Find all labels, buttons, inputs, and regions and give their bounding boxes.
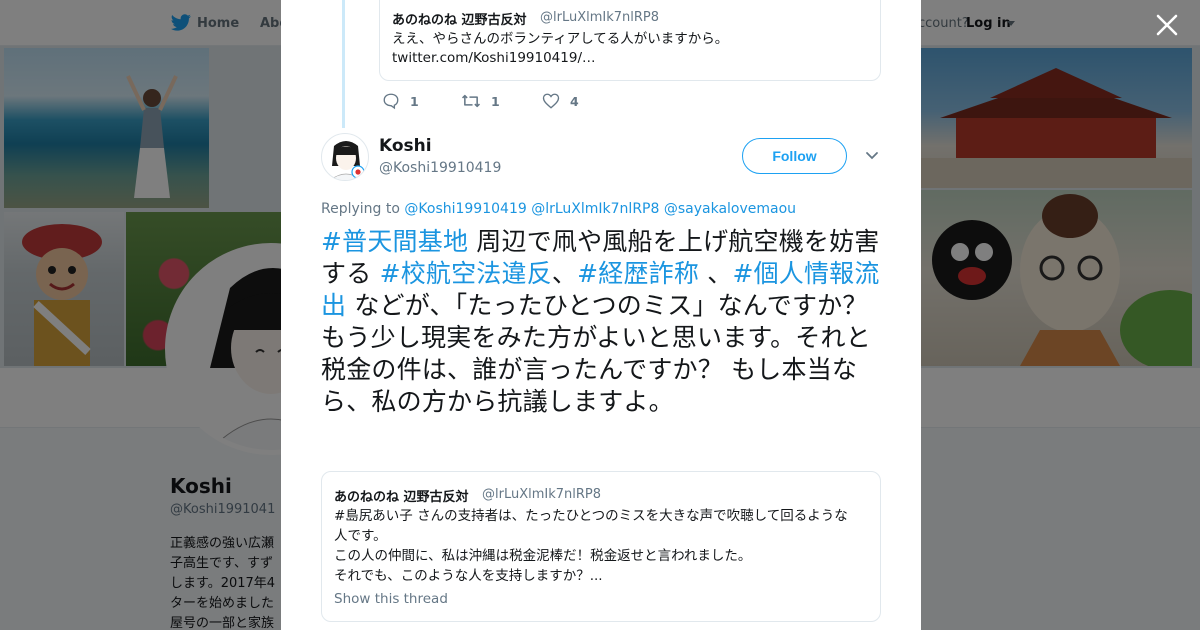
reply-count: 1: [410, 94, 419, 109]
like-count: 4: [570, 94, 579, 109]
mention-link[interactable]: @Koshi19910419: [404, 201, 526, 217]
replying-to: Replying to @Koshi19910419 @lrLuXlmIk7nl…: [321, 201, 796, 217]
quote-text: ええ、やらさんのボランティアしてる人がいますから。 twitter.com/Ko…: [392, 30, 872, 68]
heart-icon: [542, 93, 560, 109]
replying-label: Replying to: [321, 201, 400, 217]
retweet-icon: [461, 94, 481, 108]
quote-line: ええ、やらさんのボランティアしてる人がいますから。: [392, 31, 729, 47]
hashtag-link[interactable]: #経歴詐称: [577, 259, 699, 288]
parent-quote-card[interactable]: あのねのね 辺野古反対 @lrLuXlmIk7nlRP8 ええ、やらさんのボラン…: [379, 0, 881, 81]
show-thread-link[interactable]: Show this thread: [334, 591, 448, 607]
tweet-author-handle[interactable]: @Koshi19910419: [379, 160, 501, 176]
tweet-text-segment: 、: [551, 259, 578, 288]
thread-connector: [342, 0, 345, 128]
quote-author-handle: @lrLuXlmIk7nlRP8: [540, 10, 660, 25]
hashtag-link[interactable]: #普天間基地: [321, 227, 468, 256]
reply-icon: [383, 93, 399, 110]
tweet-text-segment: などが、「たったひとつのミス」なんですか？ もう少し現実をみた方がよいと思います…: [321, 291, 893, 416]
quoted-line: #島尻あい子 さんの支持者は、たったひとつのミスを大きな声で吹聴して回るような: [334, 508, 848, 524]
retweet-count: 1: [491, 94, 500, 109]
tweet-modal: あのねのね 辺野古反対 @lrLuXlmIk7nlRP8 ええ、やらさんのボラン…: [281, 0, 921, 630]
quoted-line: この人の仲間に、私は沖縄は税金泥棒だ！税金返せと言われました。: [334, 548, 752, 564]
quoted-tweet-card[interactable]: あのねのね 辺野古反対 @lrLuXlmIk7nlRP8 #島尻あい子 さんの支…: [321, 471, 881, 622]
quoted-author-name: あのねのね 辺野古反対: [334, 490, 469, 505]
tweet-author-name[interactable]: Koshi: [379, 136, 432, 156]
quoted-author-handle: @lrLuXlmIk7nlRP8: [482, 487, 602, 502]
quote-author-name: あのねのね 辺野古反対: [392, 13, 527, 28]
quote-link[interactable]: twitter.com/Koshi19910419/…: [392, 49, 872, 68]
quoted-line: 人です。: [334, 528, 387, 544]
mention-link[interactable]: @sayakalovemaou: [664, 201, 796, 217]
mention-link[interactable]: @lrLuXlmIk7nlRP8: [531, 201, 659, 217]
close-icon[interactable]: [1154, 12, 1180, 38]
follow-button[interactable]: Follow: [742, 138, 847, 174]
chevron-down-icon[interactable]: [865, 150, 879, 162]
tweet-author-avatar[interactable]: [321, 133, 369, 181]
tweet-text: #普天間基地 周辺で凧や風船を上げ航空機を妨害する #校航空法違反、#経歴詐称 …: [321, 226, 893, 418]
tweet-text-segment: 、: [699, 259, 733, 288]
quoted-line: それでも、このような人を支持しますか？...: [334, 568, 603, 584]
quoted-text: #島尻あい子 さんの支持者は、たったひとつのミスを大きな声で吹聴して回るような …: [334, 506, 868, 586]
hashtag-link[interactable]: #校航空法違反: [380, 259, 552, 288]
